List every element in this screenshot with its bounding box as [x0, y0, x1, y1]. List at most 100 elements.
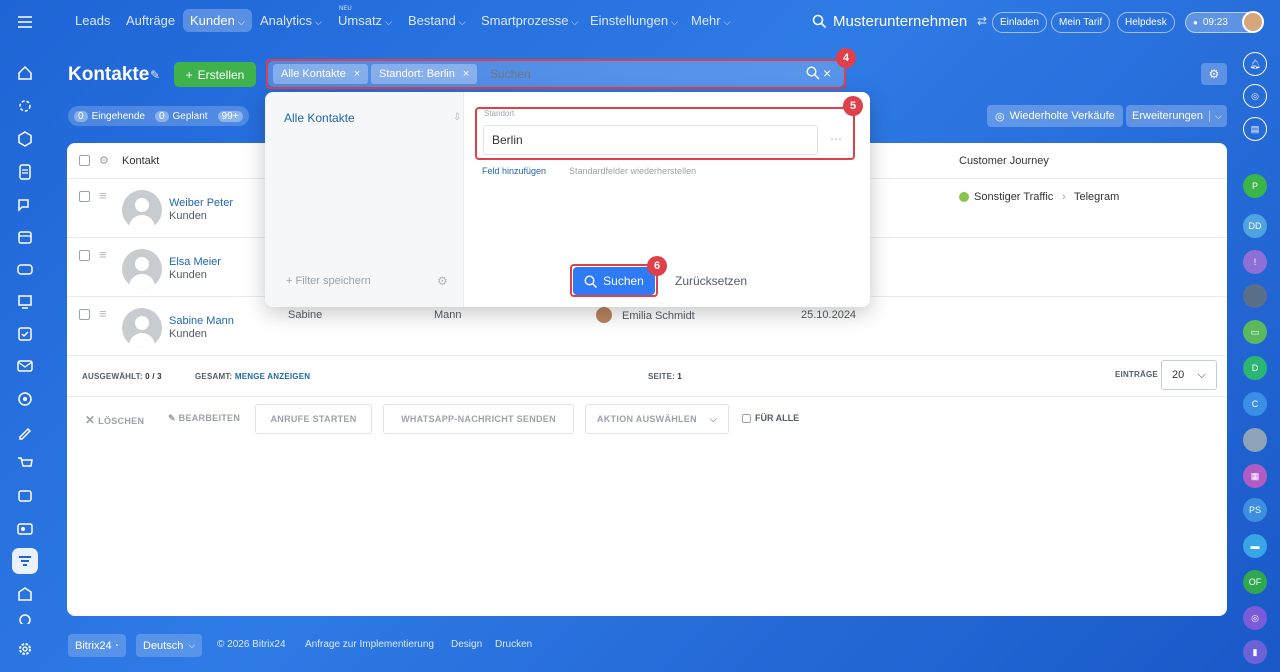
chat-avatar-14[interactable]: ▮ [1243, 640, 1267, 664]
chat-avatar-d[interactable]: D [1243, 356, 1267, 380]
edit-action[interactable]: ✎ BEARBEITEN [168, 413, 240, 424]
board-icon[interactable] [12, 289, 38, 315]
nav-umsatz[interactable]: Umsatz ⌵ [338, 13, 392, 28]
sites-icon[interactable] [12, 483, 38, 509]
home-icon[interactable] [12, 60, 38, 86]
show-count-link[interactable]: MENGE ANZEIGEN [235, 372, 310, 381]
design-link[interactable]: Design [451, 639, 482, 650]
mail-icon[interactable] [12, 353, 38, 379]
copilot-icon[interactable]: ◎ [1243, 84, 1267, 108]
responsible-link[interactable]: Emilia Schmidt [622, 310, 695, 322]
nav-analytics[interactable]: Analytics ⌵ [260, 13, 322, 28]
stream-icon[interactable] [12, 93, 38, 119]
chat-avatar-4[interactable] [1243, 284, 1267, 308]
settings-gear-icon[interactable] [12, 636, 38, 662]
tariff-button[interactable]: Mein Tarif [1051, 12, 1111, 33]
close-icon[interactable]: × [354, 68, 360, 80]
swap-icon[interactable]: ⇄ [977, 14, 987, 28]
tasks-icon[interactable] [12, 321, 38, 347]
field-menu-icon[interactable]: ⋯ [830, 132, 842, 146]
nav-bestand[interactable]: Bestand ⌵ [408, 13, 466, 28]
sign-icon[interactable] [12, 419, 38, 445]
automation-icon[interactable] [12, 386, 38, 412]
search-icon[interactable] [812, 14, 827, 32]
preset-all-contacts[interactable]: Alle Kontakte [284, 111, 355, 125]
nav-smartprozesse[interactable]: Smartprozesse ⌵ [481, 13, 578, 28]
contact-name-link[interactable]: Sabine Mann [169, 315, 234, 327]
contact-name-link[interactable]: Elsa Meier [169, 256, 221, 268]
company-name[interactable]: Musterunternehmen [833, 13, 967, 30]
chat-avatar-p[interactable]: P [1243, 174, 1267, 198]
row-checkbox[interactable] [79, 309, 90, 323]
location-field[interactable] [483, 125, 818, 155]
search-button[interactable]: Suchen [573, 267, 655, 295]
messenger-icon[interactable]: ▤ [1243, 117, 1267, 141]
save-filter-link[interactable]: + Filter speichern [286, 275, 371, 287]
crm-icon[interactable] [12, 548, 38, 574]
nav-mehr[interactable]: Mehr ⌵ [691, 13, 730, 28]
language-select[interactable]: Deutsch ⌵ [136, 634, 203, 657]
chat-avatar-dd[interactable]: DD [1243, 214, 1267, 238]
column-header-journey[interactable]: Customer Journey [959, 155, 1049, 167]
chat-avatar-3[interactable]: ! [1243, 250, 1267, 274]
pin-icon[interactable]: ✎ [150, 68, 160, 82]
clear-icon[interactable]: × [823, 65, 831, 81]
drag-handle-icon[interactable]: ≡ [99, 247, 107, 262]
filter-chip-all-contacts[interactable]: Alle Kontakte × [273, 64, 369, 84]
gear-icon[interactable]: ⚙ [437, 274, 448, 288]
counter-bar[interactable]: 0 Eingehende 0 Geplant 99+ [68, 106, 249, 126]
drag-handle-icon[interactable]: ≡ [99, 188, 107, 203]
contact-center-icon[interactable] [12, 516, 38, 542]
chat-avatar-5[interactable]: ▭ [1243, 320, 1267, 344]
chat-avatar-of[interactable]: OF [1243, 570, 1267, 594]
chat-icon[interactable] [12, 192, 38, 218]
chat-avatar-8[interactable] [1243, 428, 1267, 452]
search-input[interactable] [490, 65, 790, 83]
nav-leads[interactable]: Leads [75, 13, 110, 28]
nav-auftraege[interactable]: Aufträge [126, 13, 175, 28]
for-all-checkbox[interactable]: FÜR ALLE [742, 413, 799, 423]
notifications-icon[interactable]: 🔔︎ [1243, 52, 1267, 76]
more-apps-icon[interactable] [12, 608, 38, 624]
entries-select[interactable]: 20 ⌵ [1161, 360, 1217, 390]
close-icon[interactable]: × [463, 68, 469, 80]
gear-icon[interactable]: ⚙ [1201, 63, 1227, 85]
search-icon[interactable] [806, 66, 820, 83]
chat-avatar-11[interactable]: ▬ [1243, 534, 1267, 558]
create-button[interactable]: + Erstellen [174, 62, 256, 87]
menu-icon[interactable] [12, 9, 38, 35]
docs-icon[interactable] [12, 159, 38, 185]
start-calls-button[interactable]: ANRUFE STARTEN [255, 404, 372, 434]
contact-name-link[interactable]: Weiber Peter [169, 197, 233, 209]
row-checkbox[interactable] [79, 191, 90, 205]
invite-button[interactable]: Einladen [992, 12, 1047, 33]
chat-avatar-c[interactable]: C [1243, 392, 1267, 416]
filter-chip-location[interactable]: Standort: Berlin × [371, 64, 478, 84]
nav-einstellungen[interactable]: Einstellungen ⌵ [590, 13, 678, 28]
delete-action[interactable]: ✕ LÖSCHEN [85, 413, 144, 427]
extensions-button[interactable]: Erweiterungen ⌵ [1126, 105, 1227, 127]
drag-handle-icon[interactable]: ≡ [99, 306, 107, 321]
chat-avatar-13[interactable]: ◎ [1243, 606, 1267, 630]
pin-icon[interactable]: ⇩ [453, 112, 461, 123]
helpdesk-button[interactable]: Helpdesk [1117, 12, 1175, 33]
restore-fields-link[interactable]: Standardfelder wiederherstellen [569, 166, 696, 176]
drive-icon[interactable] [12, 256, 38, 282]
filter-search-bar[interactable]: Alle Kontakte × Standort: Berlin × × [268, 61, 844, 87]
chat-avatar-9[interactable]: ▦ [1243, 464, 1267, 488]
action-select[interactable]: AKTION AUSWÄHLEN ⌵ [585, 404, 729, 434]
whatsapp-button[interactable]: WHATSAPP-NACHRICHT SENDEN [383, 404, 574, 434]
row-checkbox[interactable] [79, 250, 90, 264]
brand-button[interactable]: Bitrix24 ◔ [68, 634, 126, 657]
implementation-link[interactable]: Anfrage zur Implementierung [305, 639, 434, 650]
user-avatar[interactable] [1242, 11, 1264, 33]
reset-button[interactable]: Zurücksetzen [675, 274, 747, 288]
select-all-checkbox[interactable] [79, 155, 90, 169]
add-field-link[interactable]: Feld hinzufügen [482, 166, 546, 176]
grid-settings-icon[interactable]: ⚙ [99, 154, 109, 167]
collab-icon[interactable] [12, 126, 38, 152]
calendar-icon[interactable] [12, 224, 38, 250]
chat-avatar-ps[interactable]: PS [1243, 498, 1267, 522]
repeat-sales-button[interactable]: ◎ Wiederholte Verkäufe [987, 105, 1123, 127]
nav-kunden[interactable]: Kunden ⌵ [183, 9, 252, 32]
